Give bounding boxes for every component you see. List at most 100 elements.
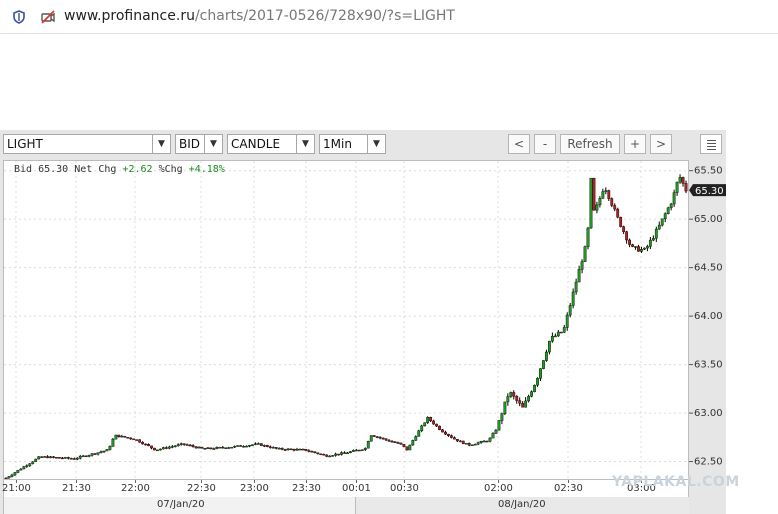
candle-body bbox=[230, 446, 234, 449]
candle-body bbox=[506, 396, 510, 403]
chevron-down-icon[interactable]: ▼ bbox=[296, 135, 314, 153]
candle-body bbox=[75, 458, 79, 460]
candle-body bbox=[277, 447, 281, 450]
candle-body bbox=[185, 444, 189, 446]
candle-body bbox=[126, 437, 130, 439]
candle-body bbox=[331, 455, 335, 457]
candle-body bbox=[521, 403, 525, 408]
url-field[interactable]: www.profinance.ru/charts/2017-0526/728x9… bbox=[64, 8, 455, 24]
candle-body bbox=[396, 442, 400, 444]
time-tick-label: 22:30 bbox=[187, 483, 216, 494]
candle-body bbox=[102, 450, 106, 453]
bid-label: Bid bbox=[14, 164, 33, 175]
candle-body bbox=[164, 447, 168, 449]
candle-body bbox=[491, 433, 495, 439]
candle-body bbox=[93, 453, 97, 455]
candle-body bbox=[417, 430, 421, 437]
candle-body bbox=[414, 436, 418, 441]
chart-widget: LIGHT ▼ BID ▼ CANDLE ▼ 1Min ▼ < - Refres… bbox=[0, 130, 726, 514]
candle-body bbox=[120, 435, 124, 438]
candle-body bbox=[619, 216, 623, 227]
chevron-down-icon[interactable]: ▼ bbox=[367, 135, 385, 153]
price-tick-label: 62.50 bbox=[694, 457, 723, 468]
candle-body bbox=[571, 291, 575, 306]
candle-body bbox=[678, 177, 682, 183]
candle-body bbox=[259, 443, 263, 446]
candle-body bbox=[637, 246, 640, 252]
candle-body bbox=[206, 447, 210, 450]
candle-body bbox=[221, 446, 225, 449]
time-tick-label: 02:30 bbox=[554, 483, 583, 494]
candle-body bbox=[43, 456, 47, 458]
candle-body bbox=[292, 449, 296, 451]
candle-body bbox=[304, 448, 308, 451]
candle-body bbox=[4, 477, 8, 480]
candle-body bbox=[340, 452, 343, 455]
refresh-button[interactable]: Refresh bbox=[560, 134, 620, 154]
candle-body bbox=[123, 435, 127, 438]
candle-body bbox=[651, 238, 655, 241]
candle-body bbox=[354, 449, 358, 452]
shield-icon[interactable] bbox=[12, 10, 26, 24]
candle-body bbox=[399, 442, 403, 445]
candle-body bbox=[69, 458, 73, 460]
chevron-down-icon[interactable]: ▼ bbox=[152, 135, 170, 153]
candle-body bbox=[503, 401, 507, 414]
zoom-in-button[interactable]: + bbox=[624, 134, 646, 154]
interval-select[interactable]: 1Min ▼ bbox=[319, 134, 386, 154]
candle-body bbox=[99, 451, 103, 453]
candle-body bbox=[447, 433, 450, 436]
scroll-forward-button[interactable]: > bbox=[650, 134, 672, 154]
candle-body bbox=[90, 453, 94, 456]
list-icon[interactable] bbox=[700, 134, 722, 154]
candle-body bbox=[435, 423, 438, 427]
candle-body bbox=[334, 453, 338, 456]
candle-body bbox=[52, 456, 55, 458]
candle-body bbox=[322, 454, 326, 456]
symbol-value: LIGHT bbox=[7, 137, 43, 151]
candle-body bbox=[494, 429, 498, 434]
chart-style-select[interactable]: CANDLE ▼ bbox=[227, 134, 315, 154]
candle-body bbox=[153, 447, 156, 451]
scroll-back-button[interactable]: < bbox=[508, 134, 530, 154]
candle-body bbox=[628, 239, 631, 245]
candle-body bbox=[271, 447, 275, 449]
candle-body bbox=[310, 451, 314, 453]
candle-body bbox=[337, 453, 340, 456]
candle-body bbox=[295, 448, 299, 451]
candle-body bbox=[423, 422, 427, 427]
chevron-down-icon[interactable]: ▼ bbox=[204, 135, 222, 153]
chart-plot-area[interactable] bbox=[3, 160, 689, 480]
candle-body bbox=[242, 446, 245, 448]
candle-body bbox=[648, 239, 652, 247]
candle-body bbox=[61, 457, 64, 460]
camera-blocked-icon[interactable] bbox=[40, 9, 56, 25]
candle-body bbox=[182, 443, 186, 445]
symbol-select[interactable]: LIGHT ▼ bbox=[3, 134, 171, 154]
candle-body bbox=[556, 331, 560, 337]
url-path: /charts/2017-0526/728x90/?s=LIGHT bbox=[194, 8, 455, 24]
candle-body bbox=[325, 454, 329, 457]
candle-body bbox=[666, 207, 670, 214]
candle-body bbox=[280, 447, 284, 450]
candle-body bbox=[461, 440, 465, 444]
candle-body bbox=[387, 439, 391, 442]
candle-body bbox=[316, 452, 320, 455]
candle-body bbox=[298, 448, 302, 451]
candle-body bbox=[167, 446, 171, 449]
candle-body bbox=[500, 413, 504, 421]
price-type-select[interactable]: BID ▼ bbox=[175, 134, 223, 154]
candle-body bbox=[645, 246, 649, 249]
candle-body bbox=[283, 449, 287, 451]
candle-body bbox=[84, 455, 88, 458]
candle-body bbox=[598, 198, 602, 206]
candle-body bbox=[227, 447, 231, 449]
candle-body bbox=[485, 440, 489, 443]
zoom-out-button[interactable]: - bbox=[534, 134, 556, 154]
candle-body bbox=[601, 191, 605, 199]
candle-body bbox=[426, 417, 430, 423]
candle-body bbox=[488, 437, 492, 442]
candle-body bbox=[372, 435, 376, 437]
candle-body bbox=[657, 224, 661, 230]
candle-body bbox=[150, 445, 153, 449]
